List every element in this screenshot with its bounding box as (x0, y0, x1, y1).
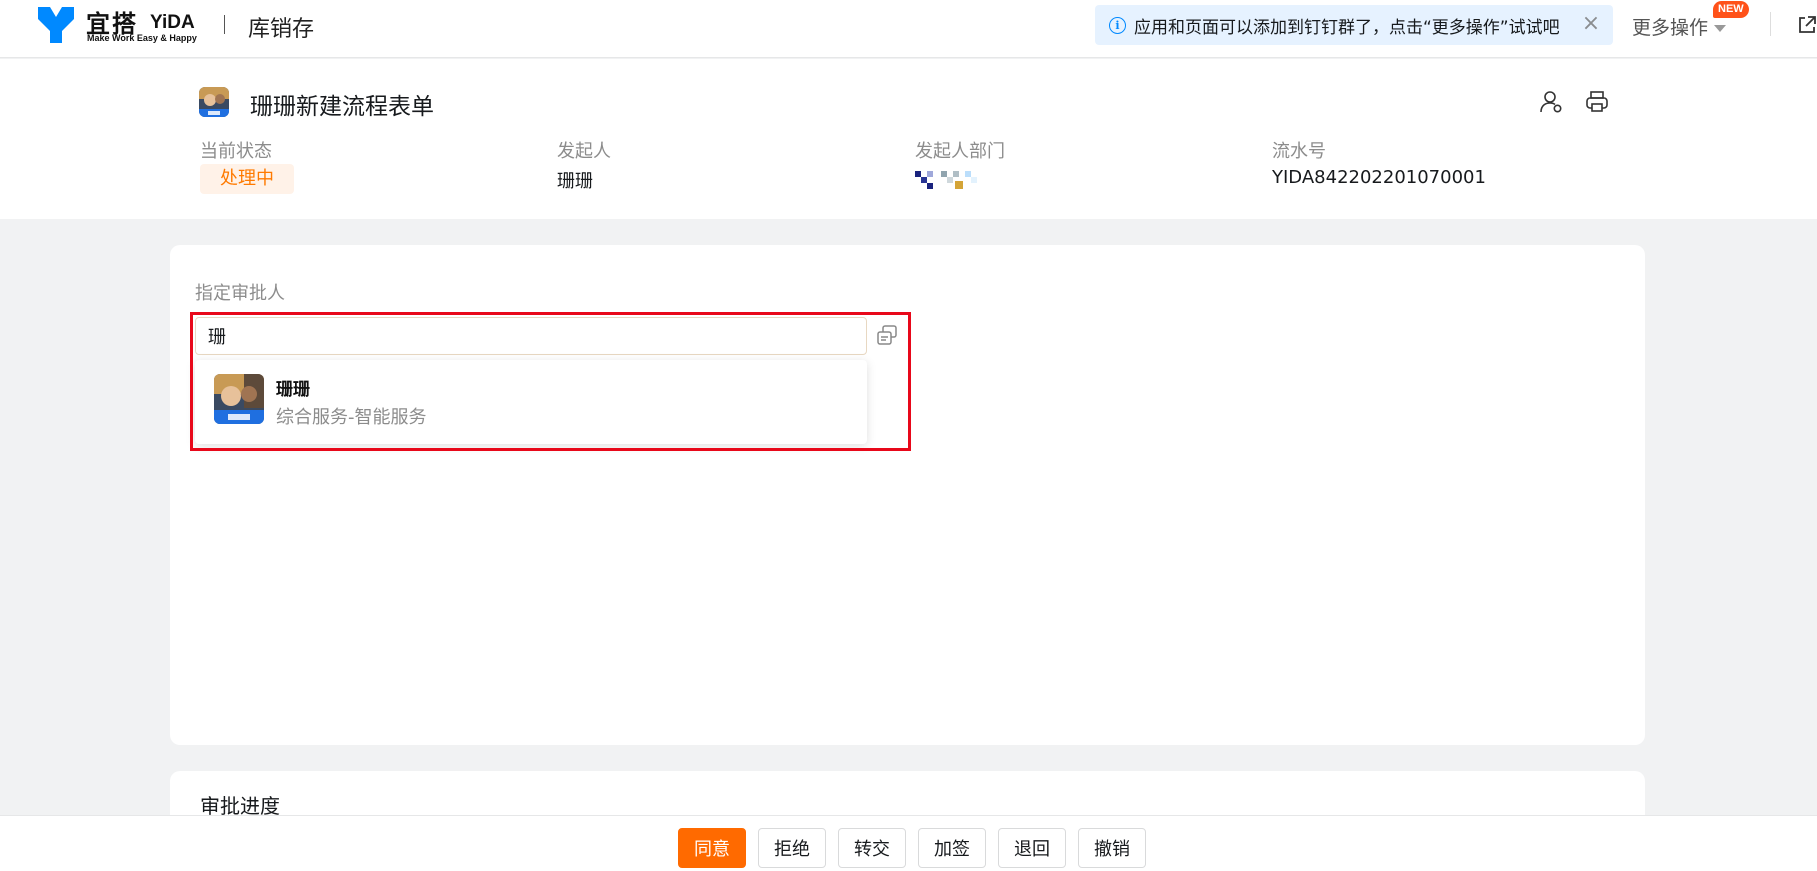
dropdown-option[interactable]: 珊珊 综合服务-智能服务 (195, 360, 867, 444)
agree-button[interactable]: 同意 (678, 828, 746, 868)
option-department: 综合服务-智能服务 (276, 407, 427, 428)
add-sign-button[interactable]: 加签 (918, 828, 986, 868)
form-title: 珊珊新建流程表单 (250, 94, 434, 120)
external-link-icon[interactable] (1796, 14, 1817, 36)
logo-text-en: YiDA (150, 12, 195, 33)
new-badge: NEW (1713, 1, 1749, 18)
status-badge: 处理中 (200, 164, 294, 194)
info-icon: i (1109, 16, 1126, 34)
logo-slogan: Make Work Easy & Happy (87, 33, 197, 43)
avatar (214, 374, 264, 424)
more-actions-label: 更多操作 (1632, 17, 1709, 39)
approver-dropdown: 珊珊 综合服务-智能服务 (195, 360, 867, 444)
app-name[interactable]: 库销存 (248, 11, 314, 43)
notice-text: 应用和页面可以添加到钉钉群了，点击“更多操作”试试吧 (1134, 17, 1560, 38)
transfer-button[interactable]: 转交 (838, 828, 906, 868)
serial-value: YIDA842202201070001 (1272, 167, 1486, 188)
initiator-label: 发起人 (557, 141, 611, 162)
initiator-value: 珊珊 (557, 171, 593, 192)
serial-label: 流水号 (1272, 141, 1326, 162)
form-header: 珊珊新建流程表单 当前状态 处理中 发起人 珊珊 发起人部门 流水号 YIDA8… (0, 59, 1817, 219)
more-actions-button[interactable]: 更多操作 (1632, 13, 1727, 40)
notice-banner: i 应用和页面可以添加到钉钉群了，点击“更多操作”试试吧 × (1095, 5, 1613, 45)
status-label: 当前状态 (200, 141, 272, 162)
form-avatar (199, 87, 229, 117)
approver-search-input[interactable] (195, 317, 867, 355)
return-button[interactable]: 退回 (998, 828, 1066, 868)
reject-button[interactable]: 拒绝 (758, 828, 826, 868)
action-bar (0, 815, 1817, 871)
approver-field-label: 指定审批人 (195, 283, 285, 304)
topbar-divider-right (1770, 12, 1771, 36)
member-picker-icon[interactable] (876, 324, 898, 346)
print-icon[interactable] (1584, 89, 1610, 115)
close-icon[interactable]: × (1581, 13, 1601, 35)
revoke-button[interactable]: 撤销 (1078, 828, 1146, 868)
caret-down-icon (1714, 25, 1727, 32)
yida-logo-icon[interactable] (36, 5, 76, 45)
top-bar: 宜搭 YiDA Make Work Easy & Happy 库销存 i 应用和… (0, 0, 1817, 58)
user-settings-icon[interactable] (1538, 89, 1564, 115)
department-label: 发起人部门 (915, 141, 1005, 162)
option-name: 珊珊 (276, 380, 310, 400)
topbar-divider (224, 15, 225, 34)
department-obscured-value (915, 171, 977, 189)
